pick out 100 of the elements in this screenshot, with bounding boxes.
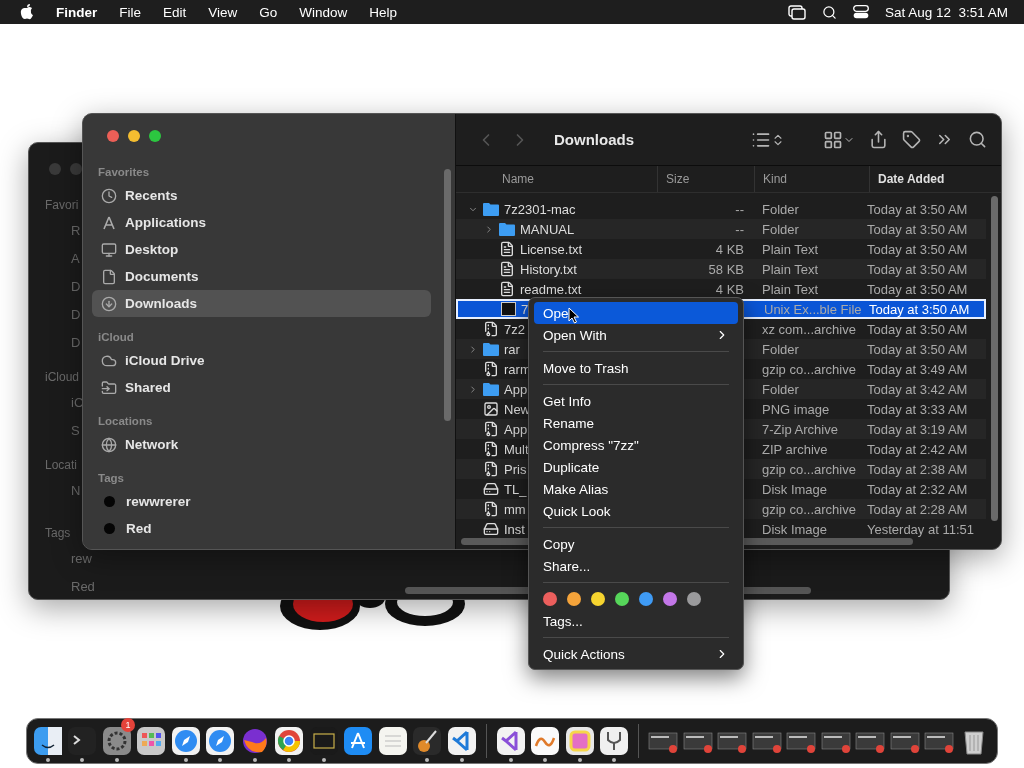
menu-item[interactable]: Make Alias	[534, 478, 738, 500]
file-name: App	[504, 421, 528, 437]
monitor-icon	[101, 241, 117, 258]
sidebar-item[interactable]: iCloud Drive	[92, 347, 431, 374]
menu-item[interactable]: Move to Trash	[534, 357, 738, 379]
menu-item[interactable]: Ope	[534, 302, 738, 324]
clock-text[interactable]: Sat Aug 12 3:51 AM	[884, 4, 1008, 20]
app-menu[interactable]: Finder	[56, 4, 98, 20]
minimize-button[interactable]	[128, 130, 140, 142]
disk-image-icon	[483, 481, 499, 497]
toggles-icon[interactable]	[852, 5, 869, 19]
share-icon[interactable]	[869, 130, 888, 149]
menu-item[interactable]: Edit	[163, 4, 187, 20]
tag-color-dot[interactable]	[543, 592, 557, 606]
sidebar-item[interactable]: rewwrerer	[92, 488, 431, 515]
file-name: History.txt	[520, 261, 577, 277]
search-icon[interactable]	[968, 130, 987, 149]
tag-icon[interactable]	[902, 130, 921, 149]
date-added: Today at 3:50 AM	[867, 261, 968, 277]
date-added: Today at 3:50 AM	[867, 341, 968, 357]
folder-icon	[483, 382, 499, 396]
grid-icon[interactable]	[823, 129, 843, 150]
menu-item[interactable]: Rename	[534, 412, 738, 434]
date-added: Today at 3:19 AM	[867, 421, 968, 437]
disclosure-icon[interactable]	[468, 343, 478, 355]
column-header[interactable]: Name	[456, 166, 657, 192]
disclosure-icon[interactable]	[484, 223, 494, 235]
scrollbar[interactable]	[991, 196, 998, 521]
menu-item[interactable]: Get Info	[534, 390, 738, 412]
menu-item[interactable]: Help	[369, 4, 398, 20]
sidebar-item[interactable]: Recents	[92, 182, 431, 209]
studio-icon[interactable]	[495, 726, 526, 756]
file-size: 58 KB	[708, 261, 744, 277]
gradient-icon[interactable]	[564, 726, 595, 756]
search-icon[interactable]	[821, 4, 837, 20]
archive-file-icon	[483, 361, 499, 377]
archive-file-icon	[483, 461, 499, 477]
tag-color-dot[interactable]	[567, 592, 581, 606]
column-header[interactable]: Kind	[754, 166, 869, 192]
close-button[interactable]	[107, 130, 119, 142]
sidebar-item[interactable]: Applications	[92, 209, 431, 236]
folder-icon	[483, 202, 499, 216]
file-kind: Disk Image	[762, 481, 828, 497]
app-store-icon[interactable]	[343, 726, 373, 756]
menu-item[interactable]: Copy	[534, 533, 738, 555]
grid-icon[interactable]	[136, 726, 166, 756]
tag-color-dot[interactable]	[615, 592, 629, 606]
sidebar-item[interactable]: Shared	[92, 374, 431, 401]
sidebar-item[interactable]: Desktop	[92, 236, 431, 263]
menu-item[interactable]: Tags...	[534, 610, 738, 632]
menu-item[interactable]: Go	[259, 4, 278, 20]
archive-file-icon	[483, 421, 499, 437]
file-name: readme.txt	[520, 281, 582, 297]
menu-item[interactable]: Quick Look	[534, 500, 738, 522]
tag-color-dot[interactable]	[591, 592, 605, 606]
tag-color-dot[interactable]	[663, 592, 677, 606]
sidebar-item[interactable]: Network	[92, 431, 431, 458]
date-added: Today at 3:50 AM	[867, 201, 968, 217]
compass-icon[interactable]	[170, 726, 201, 756]
tag-color-dot[interactable]	[639, 592, 653, 606]
menu-item[interactable]: View	[208, 4, 238, 20]
menu-item[interactable]: File	[119, 4, 142, 20]
zoom-button[interactable]	[149, 130, 161, 142]
image-file-icon	[483, 401, 499, 417]
scrollbar[interactable]	[444, 169, 451, 421]
browser-icon[interactable]	[274, 726, 304, 756]
column-header[interactable]: Size	[657, 166, 754, 192]
terminal-icon[interactable]	[67, 726, 97, 756]
tag-color-dot[interactable]	[687, 592, 701, 606]
whiteboard-icon[interactable]	[530, 726, 560, 756]
guitar-icon[interactable]	[412, 726, 442, 756]
date-added: Today at 3:50 AM	[867, 281, 968, 297]
stethoscope-icon[interactable]	[599, 726, 629, 756]
sidebar-item[interactable]: Downloads	[92, 290, 431, 317]
compass-icon[interactable]	[205, 726, 235, 756]
apple-logo-icon[interactable]	[20, 4, 34, 20]
apps-icon	[101, 214, 117, 231]
gear-icon[interactable]	[101, 726, 132, 756]
smiling-face-icon[interactable]	[32, 726, 63, 756]
menu-item[interactable]: Duplicate	[534, 456, 738, 478]
file-kind: Plain Text	[762, 241, 819, 257]
file-kind: PNG image	[762, 401, 830, 417]
file-size: --	[735, 201, 744, 217]
menu-item[interactable]: Share...	[534, 555, 738, 577]
sidebar-item[interactable]: Documents	[92, 263, 431, 290]
file-size: 4 KB	[715, 241, 744, 257]
menu-item[interactable]: Quick Actions	[534, 643, 738, 665]
code-editor-icon[interactable]	[446, 726, 477, 756]
menu-item[interactable]: Window	[299, 4, 348, 20]
menu-item[interactable]: Open With	[534, 324, 738, 346]
date-added: Today at 3:50 AM	[867, 241, 968, 257]
file-name: 7	[521, 301, 529, 317]
menu-item[interactable]: Compress "7zz"	[534, 434, 738, 456]
notepad-icon[interactable]	[377, 726, 408, 756]
windows-icon[interactable]	[787, 4, 806, 20]
disclosure-icon[interactable]	[468, 383, 478, 395]
date-added: Today at 2:28 AM	[867, 501, 968, 517]
sidebar-item[interactable]: Red	[92, 515, 431, 542]
column-header[interactable]: Date Added	[869, 166, 987, 192]
file-kind: Plain Text	[762, 281, 819, 297]
